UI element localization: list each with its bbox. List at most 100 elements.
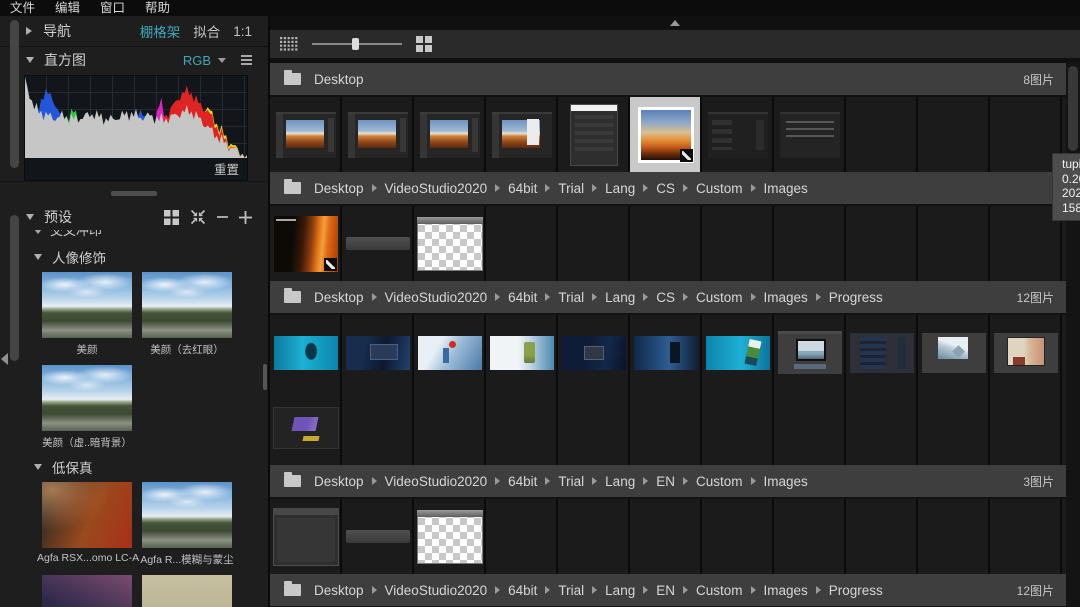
channel-select[interactable]: RGB	[183, 53, 211, 68]
breadcrumb-segment[interactable]: 64bit	[508, 583, 537, 598]
breadcrumb-segment[interactable]: 64bit	[508, 181, 537, 196]
preset-item[interactable]	[42, 575, 142, 607]
breadcrumb-segment[interactable]: Desktop	[314, 474, 364, 489]
breadcrumb-segment[interactable]: Desktop	[314, 181, 364, 196]
grid-rack-button[interactable]: 棚格架	[140, 21, 181, 41]
thumbnail-cell[interactable]	[414, 97, 486, 172]
preset-group-header-clipped[interactable]: 交叉冲印	[0, 230, 268, 244]
thumbnail-cell[interactable]	[774, 315, 846, 390]
thumbnail-cell[interactable]	[414, 315, 486, 390]
folder-bar[interactable]: DesktopVideoStudio202064bitTrialLangENCu…	[270, 465, 1068, 499]
thumbnail-cell[interactable]	[630, 315, 702, 390]
breadcrumb-segment[interactable]: Trial	[558, 583, 584, 598]
collapse-up-icon[interactable]	[670, 20, 680, 26]
menu-item[interactable]: 编辑	[45, 0, 90, 16]
breadcrumb-segment[interactable]: Images	[764, 474, 808, 489]
folder-bar[interactable]: Desktop VideoStudio2020 64bit Trial Lang CS Cu…	[270, 172, 1068, 206]
channel-caret-icon[interactable]	[218, 58, 226, 63]
breadcrumb-segment[interactable]: Progress	[829, 583, 883, 598]
breadcrumb-segment[interactable]: Images	[764, 583, 808, 598]
sidebar-scrollbar-thumb-bottom[interactable]	[10, 215, 19, 361]
preset-item[interactable]: 美颜	[42, 272, 142, 357]
preset-thumbnail[interactable]	[42, 482, 132, 548]
breadcrumb-segment[interactable]: Custom	[696, 474, 743, 489]
breadcrumb-segment[interactable]: VideoStudio2020	[385, 181, 488, 196]
thumbnail-cell[interactable]	[270, 499, 342, 574]
menu-item[interactable]: 帮助	[135, 0, 180, 16]
breadcrumb-segment[interactable]: CS	[656, 290, 675, 305]
breadcrumb-segment[interactable]: 64bit	[508, 474, 537, 489]
preset-item[interactable]: Agfa RSX...omo LC-A	[42, 482, 142, 567]
thumbnail-cell[interactable]	[702, 315, 774, 390]
breadcrumb-segment[interactable]: Trial	[558, 474, 584, 489]
navigation-section-header[interactable]: 导航 棚格架 拟合 1:1	[0, 16, 268, 47]
thumbnail-size-slider[interactable]	[312, 43, 402, 45]
thumbnail-cell[interactable]	[270, 97, 342, 172]
thumbnail-cell[interactable]	[558, 97, 630, 172]
one-to-one-button[interactable]: 1:1	[233, 24, 252, 39]
thumbnail-cell[interactable]	[486, 97, 558, 172]
histogram-reset-button[interactable]: 重置	[214, 159, 239, 178]
preset-thumbnail[interactable]	[42, 575, 132, 607]
breadcrumb-segment[interactable]: Trial	[558, 181, 584, 196]
preset-group-header[interactable]: 人像修饰	[0, 244, 268, 270]
menu-item[interactable]: 文件	[0, 0, 45, 16]
small-thumbnails-icon[interactable]	[280, 37, 298, 51]
breadcrumb-segment[interactable]: Lang	[605, 290, 635, 305]
breadcrumb-segment[interactable]: Images	[764, 290, 808, 305]
thumbnail-cell[interactable]	[558, 315, 630, 390]
breadcrumb-segment[interactable]: Desktop	[314, 290, 364, 305]
collapse-all-icon[interactable]	[190, 209, 206, 225]
preset-item[interactable]: Agfa R...模糊与蒙尘	[142, 482, 242, 567]
folder-bar[interactable]: Desktop VideoStudio2020 64bit Trial Lang CS Cu…	[270, 281, 1068, 315]
presets-section-header[interactable]: 预设	[0, 204, 268, 230]
scrollbar-thumb[interactable]	[1068, 66, 1078, 151]
breadcrumb-segment[interactable]: Custom	[696, 181, 743, 196]
breadcrumb-segment[interactable]: Trial	[558, 290, 584, 305]
breadcrumb-segment[interactable]: Progress	[829, 290, 883, 305]
thumbnail-cell[interactable]	[342, 97, 414, 172]
preset-thumbnail[interactable]	[142, 272, 232, 338]
fit-button[interactable]: 拟合	[193, 21, 220, 41]
histogram-menu-icon[interactable]	[241, 55, 252, 65]
preset-thumbnail[interactable]	[42, 272, 132, 338]
thumbnail-cell[interactable]	[270, 390, 342, 465]
slider-thumb[interactable]	[352, 38, 359, 50]
grid-view-icon[interactable]	[164, 210, 179, 225]
breadcrumb-segment[interactable]: EN	[656, 583, 675, 598]
large-thumbnails-icon[interactable]	[416, 36, 432, 52]
folder-bar[interactable]: DesktopVideoStudio202064bitTrialLangENCu…	[270, 574, 1068, 607]
thumbnail-cell[interactable]	[702, 97, 774, 172]
breadcrumb-segment[interactable]: EN	[656, 474, 675, 489]
sidebar-scrollbar-thumb-top[interactable]	[10, 20, 19, 168]
breadcrumb-segment[interactable]: VideoStudio2020	[385, 474, 488, 489]
breadcrumb-segment[interactable]: Images	[764, 181, 808, 196]
breadcrumb-segment[interactable]: 64bit	[508, 290, 537, 305]
vertical-scrollbar[interactable]	[1066, 62, 1080, 607]
preset-item[interactable]: 美颜（去红眼）	[142, 272, 242, 357]
preset-item[interactable]	[142, 575, 242, 607]
breadcrumb-segment[interactable]: Lang	[605, 583, 635, 598]
thumbnail-cell[interactable]	[342, 206, 414, 281]
histogram-section-header[interactable]: 直方图 RGB	[0, 47, 268, 73]
thumbnail-cell[interactable]	[270, 315, 342, 390]
breadcrumb-segment[interactable]: Custom	[696, 290, 743, 305]
preset-thumbnail[interactable]	[142, 482, 232, 548]
thumbnail-cell[interactable]	[990, 315, 1062, 390]
panel-drag-handle[interactable]	[111, 191, 157, 196]
zoom-out-presets-icon[interactable]	[217, 216, 228, 218]
breadcrumb-segment[interactable]: Desktop	[314, 72, 364, 87]
breadcrumb-segment[interactable]: VideoStudio2020	[385, 290, 488, 305]
preset-thumbnail[interactable]	[142, 575, 232, 607]
thumbnail-cell[interactable]	[846, 315, 918, 390]
breadcrumb-segment[interactable]: Lang	[605, 181, 635, 196]
breadcrumb-segment[interactable]: Custom	[696, 583, 743, 598]
breadcrumb-segment[interactable]: CS	[656, 181, 675, 196]
thumbnail-cell[interactable]	[774, 97, 846, 172]
preset-thumbnail[interactable]	[42, 365, 132, 431]
preset-item[interactable]: 美颜（虚..暗背景）	[42, 365, 142, 450]
thumbnail-cell[interactable]	[342, 315, 414, 390]
thumbnail-cell[interactable]	[414, 206, 486, 281]
thumbnail-cell[interactable]	[342, 499, 414, 574]
collapse-left-arrow[interactable]	[1, 353, 8, 365]
